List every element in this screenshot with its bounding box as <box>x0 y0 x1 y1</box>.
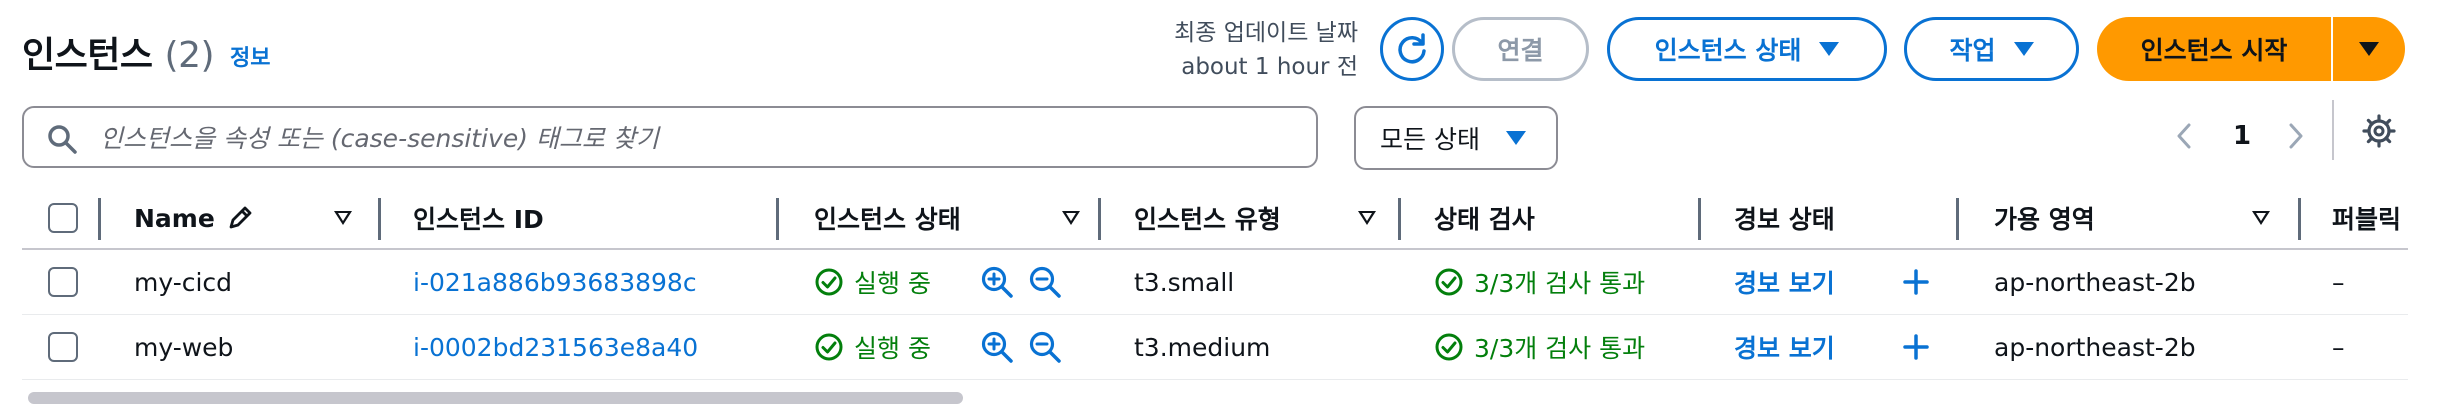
instance-state-button[interactable]: 인스턴스 상태 <box>1607 17 1887 81</box>
column-separator[interactable] <box>1398 198 1401 240</box>
instances-table: Name 인스턴스 ID 인스턴스 상태 인스턴스 유형 상태 검사 경보 상태… <box>22 188 2408 388</box>
table-row[interactable]: my-web i-0002bd231563e8a40 실행 중 t3.mediu… <box>22 315 2408 380</box>
last-updated-value: about 1 hour 전 <box>1181 54 1358 80</box>
last-updated-label: 최종 업데이트 날짜 <box>1174 20 1358 46</box>
column-header-public[interactable]: 퍼블릭 <box>2332 188 2401 248</box>
public-value: – <box>2332 267 2345 297</box>
refresh-icon <box>1398 33 1426 64</box>
plus-icon <box>1903 334 1929 360</box>
add-alarm-button[interactable] <box>1902 250 1930 314</box>
connect-button[interactable]: 연결 <box>1452 17 1589 81</box>
actions-button-label: 작업 <box>1949 36 1996 65</box>
connect-button-label: 연결 <box>1497 36 1544 65</box>
instance-id-link[interactable]: i-0002bd231563e8a40 <box>413 315 698 379</box>
launch-instances-split-button: 인스턴스 시작 <box>2097 17 2405 81</box>
table-row[interactable]: my-cicd i-021a886b93683898c 실행 중 t3.smal… <box>22 250 2408 315</box>
previous-page-button[interactable] <box>2162 110 2206 162</box>
zoom-in-icon[interactable] <box>980 265 1014 299</box>
caret-down-icon <box>1819 42 1840 56</box>
instance-count: (2) <box>164 35 215 76</box>
search-icon <box>48 125 77 154</box>
sort-icon[interactable] <box>2252 211 2270 225</box>
check-circle-icon <box>815 268 843 296</box>
instance-state: 실행 중 <box>814 315 931 379</box>
zoom-out-icon[interactable] <box>1028 330 1062 364</box>
instance-type: t3.medium <box>1134 332 1271 362</box>
gear-icon <box>2362 114 2396 148</box>
page-title-text: 인스턴스 <box>22 35 153 76</box>
search-box <box>22 106 1318 168</box>
page-title: 인스턴스 (2) <box>22 26 215 78</box>
column-separator <box>98 198 101 240</box>
zoom-out-icon[interactable] <box>1028 265 1062 299</box>
column-header-name-label: Name <box>134 203 215 233</box>
column-separator[interactable] <box>1098 198 1101 240</box>
next-page-button[interactable] <box>2274 110 2318 162</box>
status-check: 3/3개 검사 통과 <box>1434 250 1645 314</box>
column-header-instance-state[interactable]: 인스턴스 상태 <box>814 188 961 248</box>
pencil-icon[interactable] <box>225 203 255 233</box>
column-header-status-check[interactable]: 상태 검사 <box>1434 188 1535 248</box>
instance-state-label: 실행 중 <box>854 334 931 363</box>
availability-zone: ap-northeast-2b <box>1994 267 2196 297</box>
zoom-controls <box>980 250 1062 314</box>
row-checkbox[interactable] <box>48 267 78 297</box>
table-header: Name 인스턴스 ID 인스턴스 상태 인스턴스 유형 상태 검사 경보 상태… <box>22 188 2408 250</box>
instance-state: 실행 중 <box>814 250 931 314</box>
view-alarms-link[interactable]: 경보 보기 <box>1734 315 1835 379</box>
status-check-label: 3/3개 검사 통과 <box>1474 334 1646 363</box>
last-updated: 최종 업데이트 날짜 about 1 hour 전 <box>1100 16 1358 84</box>
view-alarms-link[interactable]: 경보 보기 <box>1734 250 1835 314</box>
column-header-availability-zone[interactable]: 가용 영역 <box>1994 188 2095 248</box>
current-page-button[interactable]: 1 <box>2220 110 2264 162</box>
chevron-left-icon <box>2177 123 2191 149</box>
column-separator[interactable] <box>1956 198 1959 240</box>
instance-name: my-cicd <box>134 267 233 297</box>
column-header-instance-type[interactable]: 인스턴스 유형 <box>1134 188 1281 248</box>
search-input[interactable] <box>98 114 1282 162</box>
actions-button[interactable]: 작업 <box>1904 17 2079 81</box>
sort-icon[interactable] <box>1358 211 1376 225</box>
caret-down-icon <box>1505 131 1526 145</box>
table-settings-button[interactable] <box>2352 104 2406 158</box>
zoom-in-icon[interactable] <box>980 330 1014 364</box>
chevron-right-icon <box>2289 123 2303 149</box>
info-link[interactable]: 정보 <box>230 40 270 72</box>
caret-down-icon <box>2359 42 2379 56</box>
scrollbar-thumb[interactable] <box>28 392 963 404</box>
column-header-alarm-status[interactable]: 경보 상태 <box>1734 188 1835 248</box>
status-check: 3/3개 검사 통과 <box>1434 315 1645 379</box>
instance-id-link[interactable]: i-021a886b93683898c <box>413 250 697 314</box>
add-alarm-button[interactable] <box>1902 315 1930 379</box>
launch-instances-button[interactable]: 인스턴스 시작 <box>2097 17 2331 81</box>
zoom-controls <box>980 315 1062 379</box>
instance-name: my-web <box>134 332 234 362</box>
column-separator[interactable] <box>1698 198 1701 240</box>
instance-type: t3.small <box>1134 267 1235 297</box>
status-filter-select[interactable]: 모든 상태 <box>1354 106 1558 170</box>
status-filter-value: 모든 상태 <box>1380 125 1480 154</box>
public-value: – <box>2332 332 2345 362</box>
column-header-name[interactable]: Name <box>134 188 255 248</box>
pagination-divider <box>2332 100 2334 160</box>
row-checkbox[interactable] <box>48 332 78 362</box>
status-check-label: 3/3개 검사 통과 <box>1474 269 1646 298</box>
column-header-instance-id[interactable]: 인스턴스 ID <box>413 188 544 248</box>
column-separator[interactable] <box>378 198 381 240</box>
plus-icon <box>1903 269 1929 295</box>
select-all-checkbox[interactable] <box>48 203 78 233</box>
check-circle-icon <box>815 333 843 361</box>
column-separator[interactable] <box>776 198 779 240</box>
launch-instances-dropdown-button[interactable] <box>2333 17 2405 81</box>
check-circle-icon <box>1435 268 1463 296</box>
instance-state-label: 실행 중 <box>854 269 931 298</box>
availability-zone: ap-northeast-2b <box>1994 332 2196 362</box>
caret-down-icon <box>2013 42 2034 56</box>
check-circle-icon <box>1435 333 1463 361</box>
sort-icon[interactable] <box>1062 211 1080 225</box>
refresh-button[interactable] <box>1380 17 1444 81</box>
instance-state-button-label: 인스턴스 상태 <box>1654 36 1802 65</box>
column-separator[interactable] <box>2298 198 2301 240</box>
sort-icon[interactable] <box>334 211 352 225</box>
